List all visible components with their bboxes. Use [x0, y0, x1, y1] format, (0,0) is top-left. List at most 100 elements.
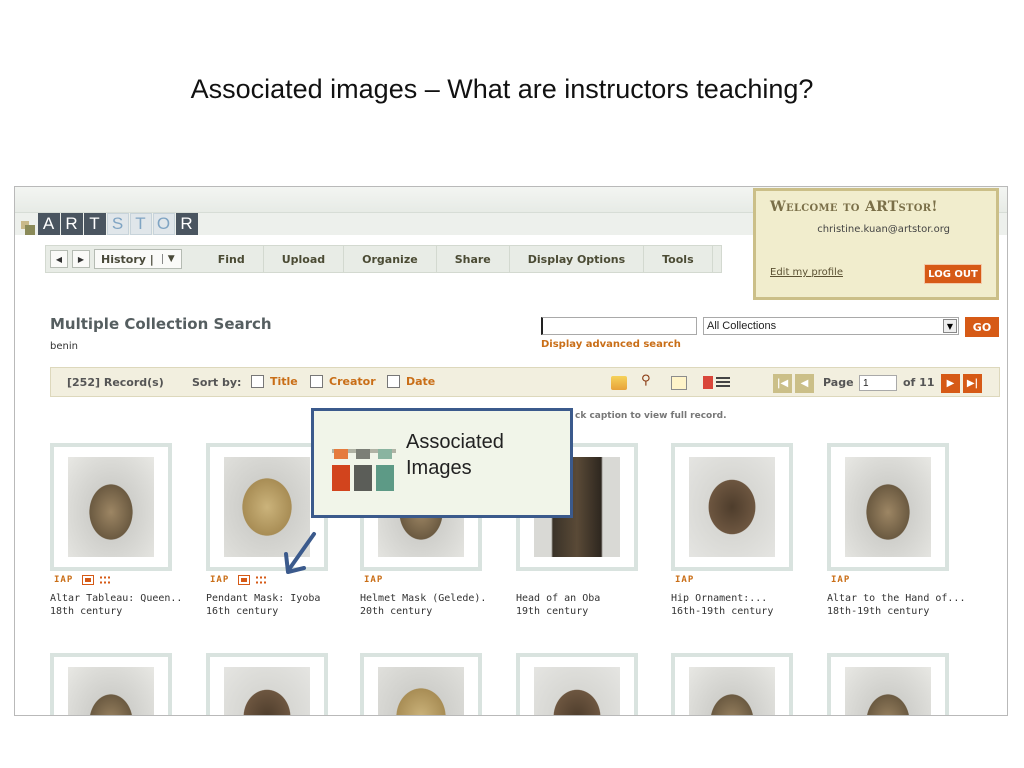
artwork-image[interactable] [689, 457, 775, 557]
artstor-logo[interactable]: A R T S T O R [21, 213, 199, 235]
artwork-date: 16th century [206, 606, 279, 617]
chevron-down-icon: ▼ [161, 254, 175, 264]
binoculars-icon[interactable]: ⚲ [641, 373, 657, 388]
nav-organize[interactable]: Organize [344, 245, 437, 273]
artwork-image[interactable] [224, 667, 310, 715]
artwork-image[interactable] [68, 667, 154, 715]
thumbnail-image[interactable] [827, 653, 949, 715]
collection-select[interactable]: All Collections ▼ [703, 317, 959, 335]
slideshow-icon[interactable] [611, 376, 627, 390]
sort-title-checkbox[interactable] [251, 375, 264, 388]
callout-line-2: Images [406, 457, 472, 479]
icon-square [356, 449, 370, 459]
artwork-title[interactable]: Helmet Mask (Gelede). [360, 592, 510, 605]
artwork-date: 19th century [516, 606, 589, 617]
logout-button[interactable]: LOG OUT [924, 264, 982, 284]
artwork-date: 18th-19th century [827, 606, 930, 617]
page-number-input[interactable] [859, 375, 897, 391]
icon-block [332, 465, 350, 491]
sort-date-label: Date [406, 375, 436, 388]
sort-creator-checkbox[interactable] [310, 375, 323, 388]
logo-letter: S [107, 213, 129, 235]
first-page-button[interactable]: |◀ [773, 374, 792, 393]
artwork-image[interactable] [689, 667, 775, 715]
artwork-title[interactable]: Head of an Oba [516, 592, 666, 605]
thumbnail-image[interactable] [827, 443, 949, 571]
next-page-icon: ▶ [946, 378, 955, 389]
page-title: Multiple Collection Search [50, 315, 272, 333]
associated-images-icon[interactable] [255, 575, 267, 585]
record-count: [252] Record(s) [67, 376, 164, 389]
artwork-image[interactable] [378, 667, 464, 715]
sort-date-checkbox[interactable] [387, 375, 400, 388]
next-page-button[interactable]: ▶ [941, 374, 960, 393]
welcome-title: Welcome to ARTstor! [770, 199, 938, 215]
iap-badge[interactable]: IAP [54, 575, 73, 585]
callout-line-1: Associated [406, 431, 504, 453]
thumbnail-caption[interactable]: Altar Tableau: Queen.. 18th century [50, 592, 200, 618]
thumbnail-image[interactable] [671, 653, 793, 715]
iap-badge[interactable]: IAP [210, 575, 229, 585]
sort-creator-option[interactable]: Creator [310, 375, 376, 388]
pointer-arrow-icon [284, 532, 316, 574]
nav-share[interactable]: Share [437, 245, 510, 273]
previous-page-icon: ◀ [800, 378, 809, 389]
thumbnail-image[interactable] [360, 653, 482, 715]
go-button[interactable]: GO [965, 317, 999, 337]
sort-by-label: Sort by: [192, 376, 242, 389]
chevron-down-icon[interactable]: ▼ [943, 319, 957, 333]
associated-images-icon[interactable] [99, 575, 111, 585]
artwork-image[interactable] [68, 457, 154, 557]
nav-upload[interactable]: Upload [264, 245, 345, 273]
iap-badge[interactable]: IAP [364, 575, 383, 585]
print-icon[interactable] [671, 376, 687, 390]
artwork-image[interactable] [534, 667, 620, 715]
thumbnail-image[interactable] [671, 443, 793, 571]
thumbnail-image[interactable] [206, 653, 328, 715]
view-list-icon[interactable] [703, 376, 731, 390]
record-icon[interactable] [82, 575, 94, 585]
artwork-image[interactable] [845, 457, 931, 557]
artwork-title[interactable]: Pendant Mask: Iyoba [206, 592, 356, 605]
edit-profile-link[interactable]: Edit my profile [770, 267, 843, 278]
sort-date-option[interactable]: Date [387, 375, 435, 388]
thumbnail-image[interactable] [50, 443, 172, 571]
thumbnail-image[interactable] [50, 653, 172, 715]
nav-tools[interactable]: Tools [644, 245, 713, 273]
nav-row: ◀ ▶ History | ▼ Find Upload Organize Sha… [45, 245, 722, 273]
previous-page-button[interactable]: ◀ [795, 374, 814, 393]
logo-letter: R [176, 213, 198, 235]
sort-creator-label: Creator [329, 375, 376, 388]
record-icon[interactable] [238, 575, 250, 585]
forward-button[interactable]: ▶ [72, 250, 90, 268]
thumbnail-caption[interactable]: Hip Ornament:... 16th-19th century [671, 592, 821, 618]
user-email: christine.kuan@artstor.org [817, 224, 950, 235]
logo-letter: T [130, 213, 152, 235]
iap-badge[interactable]: IAP [675, 575, 694, 585]
icon-block [376, 465, 394, 491]
artwork-title[interactable]: Altar to the Hand of... [827, 592, 977, 605]
nav-display-options[interactable]: Display Options [510, 245, 645, 273]
advanced-search-link[interactable]: Display advanced search [541, 339, 681, 350]
iap-badge[interactable]: IAP [831, 575, 850, 585]
nav-find[interactable]: Find [200, 245, 264, 273]
thumbnail-caption[interactable]: Helmet Mask (Gelede). 20th century [360, 592, 510, 618]
artwork-date: 18th century [50, 606, 123, 617]
artwork-title[interactable]: Altar Tableau: Queen.. [50, 592, 200, 605]
thumbnail-caption[interactable]: Head of an Oba 19th century [516, 592, 666, 618]
first-page-icon: |◀ [776, 378, 789, 389]
artwork-date: 16th-19th century [671, 606, 774, 617]
back-button[interactable]: ◀ [50, 250, 68, 268]
sort-title-option[interactable]: Title [251, 375, 298, 388]
thumbnail-caption[interactable]: Altar to the Hand of... 18th-19th centur… [827, 592, 977, 618]
thumbnail-image[interactable] [516, 653, 638, 715]
thumbnail-caption[interactable]: Pendant Mask: Iyoba 16th century [206, 592, 356, 618]
artwork-image[interactable] [845, 667, 931, 715]
last-page-button[interactable]: ▶| [963, 374, 982, 393]
icon-square [378, 449, 392, 459]
logo-letter: R [61, 213, 83, 235]
history-dropdown[interactable]: History | ▼ [94, 249, 182, 269]
associated-images-callout: Associated Images [311, 408, 573, 518]
artwork-title[interactable]: Hip Ornament:... [671, 592, 821, 605]
search-input[interactable] [541, 317, 697, 335]
